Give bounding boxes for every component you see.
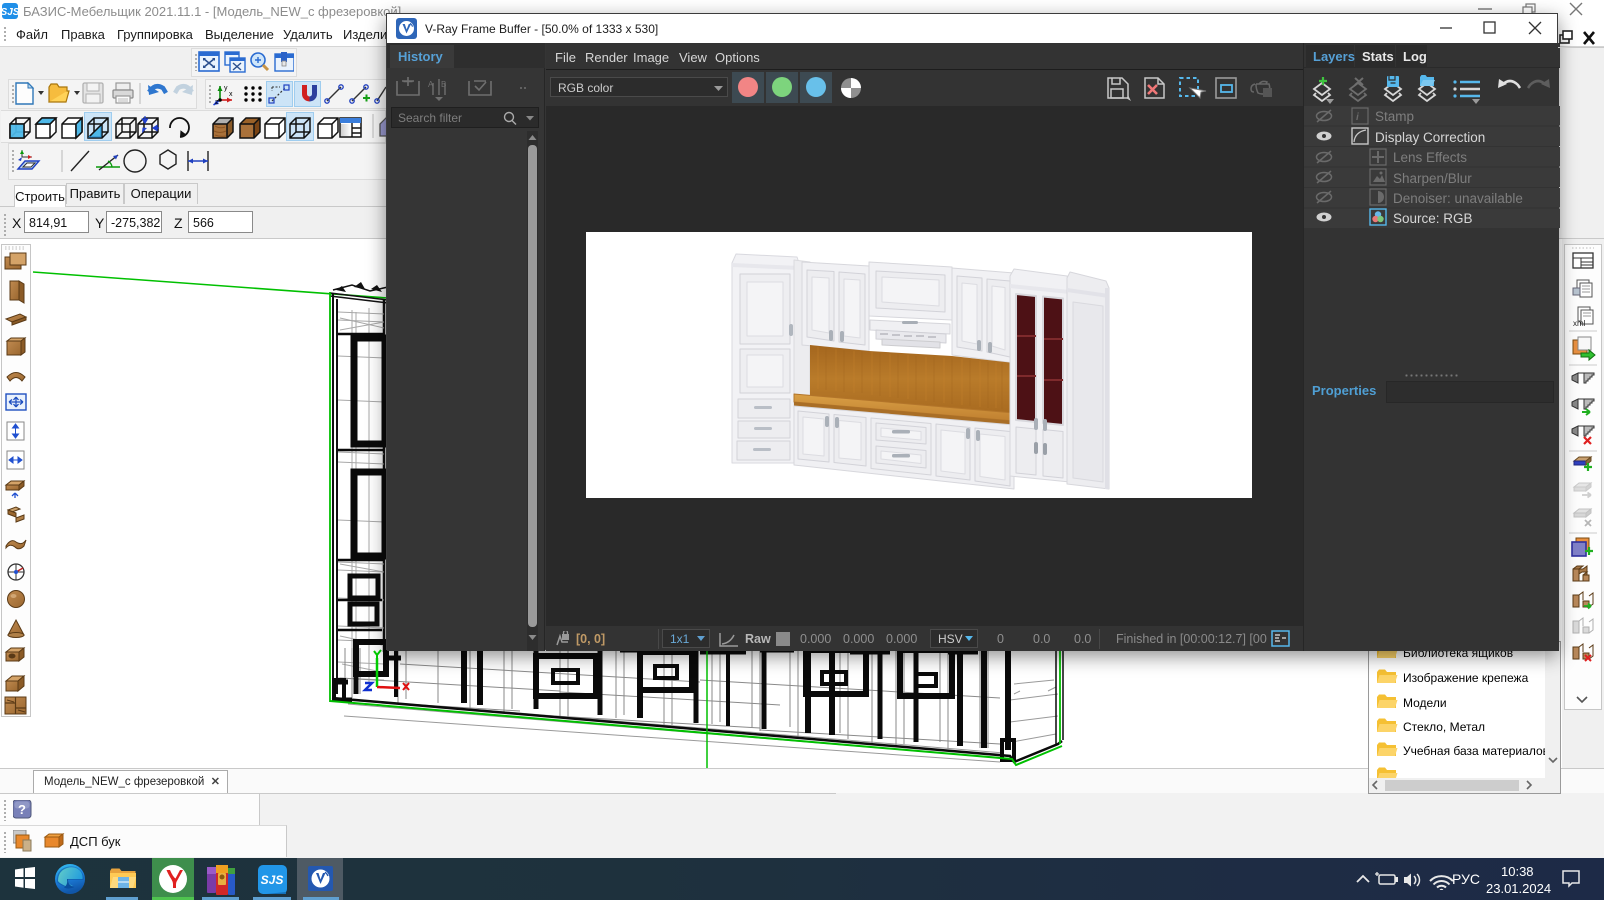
svg-text:xml: xml	[1573, 319, 1586, 328]
svg-text:Изображение крепежа: Изображение крепежа	[1403, 671, 1529, 685]
svg-text:Учебная база материалов: Учебная база материалов	[1403, 744, 1549, 758]
svg-text:SJS: SJS	[261, 873, 284, 887]
svg-text:Display Correction: Display Correction	[1375, 130, 1485, 145]
svg-text:Sharpen/Blur: Sharpen/Blur	[1393, 171, 1472, 186]
svg-text:Модели: Модели	[1403, 696, 1447, 710]
svg-text:?: ?	[18, 802, 26, 817]
svg-text:Denoiser: unavailable: Denoiser: unavailable	[1393, 191, 1523, 206]
svg-text:Стекло, Метал: Стекло, Метал	[1403, 720, 1485, 734]
svg-text:SJS: SJS	[2, 7, 18, 18]
svg-text:Stamp: Stamp	[1375, 109, 1414, 124]
svg-text:Lens Effects: Lens Effects	[1393, 150, 1467, 165]
svg-text:y: y	[224, 85, 228, 92]
svg-text:x: x	[229, 91, 233, 98]
svg-text:Source: RGB: Source: RGB	[1393, 211, 1473, 226]
svg-text:i: i	[1356, 112, 1359, 123]
svg-text:B: B	[441, 80, 446, 89]
svg-text:A: A	[428, 80, 434, 89]
svg-text:z: z	[215, 99, 219, 106]
